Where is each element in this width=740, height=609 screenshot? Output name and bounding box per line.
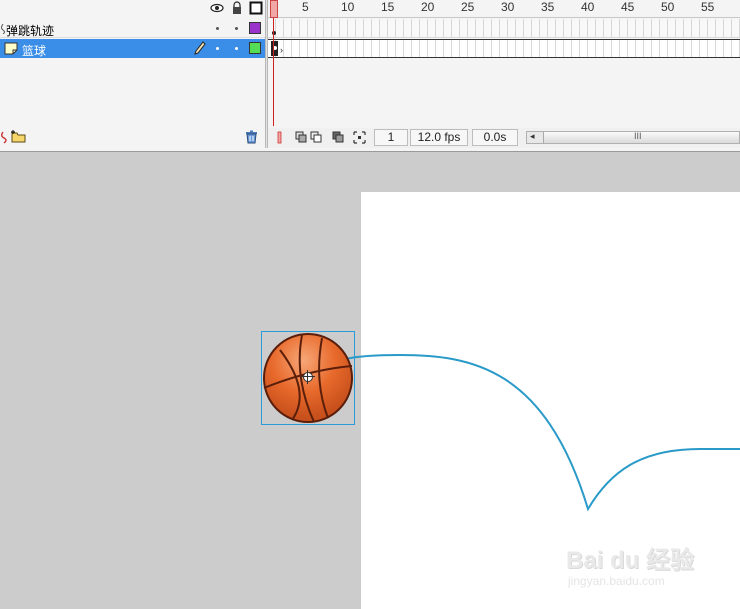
ruler-label: 15: [381, 0, 395, 14]
registration-point-icon[interactable]: [303, 372, 313, 382]
show-hide-all-icon[interactable]: [210, 1, 224, 15]
ruler-label: 45: [621, 0, 635, 14]
pencil-icon: [194, 41, 206, 55]
current-frame-field[interactable]: 1: [374, 129, 408, 146]
timeline-status-bar: 1 12.0 fps 0.0s ◂ III: [268, 128, 740, 148]
layer-row-ball[interactable]: 篮球: [0, 39, 265, 58]
baidu-jingyan-watermark: Bai du 经验 jingyan.baidu.com: [566, 528, 706, 598]
tween-arrow-icon: ›: [280, 45, 283, 55]
outline-all-icon[interactable]: [249, 1, 263, 15]
scroll-thumb-grip: III: [634, 131, 642, 141]
add-guide-layer-icon[interactable]: [0, 130, 10, 144]
layer-toolbar: [0, 128, 265, 148]
layer-color-swatch[interactable]: [249, 42, 261, 54]
elapsed-time-field: 0.0s: [472, 129, 518, 146]
layer-header: [0, 0, 265, 18]
ruler-label: 20: [421, 0, 435, 14]
ruler-label: 40: [581, 0, 595, 14]
horizontal-scrollbar[interactable]: ◂ III: [526, 131, 740, 144]
ruler-label: 25: [461, 0, 475, 14]
playhead-handle[interactable]: [270, 0, 278, 18]
watermark-url: jingyan.baidu.com: [568, 574, 665, 588]
onion-skin-icon[interactable]: [295, 131, 308, 144]
frame-ruler[interactable]: 1 5 10 15 20 25 30 35 40 45 50 55: [268, 0, 740, 18]
watermark-brand: Bai du 经验: [566, 547, 695, 574]
ruler-label: 5: [302, 0, 309, 14]
lock-dot[interactable]: [235, 47, 238, 50]
ruler-label: 50: [661, 0, 675, 14]
scrollbar-thumb[interactable]: III: [543, 131, 739, 143]
frame-area[interactable]: 1 5 10 15 20 25 30 35 40 45 50 55 ›: [268, 0, 740, 148]
layer-row-motion-guide[interactable]: 弹跳轨迹: [0, 19, 265, 38]
lock-dot[interactable]: [235, 27, 238, 30]
basketball-symbol[interactable]: [261, 331, 355, 425]
registration-crosshair: [301, 376, 315, 377]
layer-page-icon: [4, 42, 18, 55]
scroll-left-arrow-icon[interactable]: ◂: [530, 131, 535, 142]
frame-row-ball[interactable]: ›: [268, 39, 740, 58]
ruler-label: 35: [541, 0, 555, 14]
onion-skin-outline-icon[interactable]: [310, 131, 323, 144]
ruler-label: 10: [341, 0, 355, 14]
playhead-line: [273, 18, 274, 126]
layer-name: 篮球: [22, 44, 47, 58]
visibility-dot[interactable]: [216, 27, 219, 30]
delete-layer-icon[interactable]: [245, 130, 258, 144]
ruler-label: 30: [501, 0, 515, 14]
registration-crosshair: [307, 370, 308, 384]
new-folder-icon[interactable]: [10, 129, 27, 144]
center-frame-icon[interactable]: [273, 131, 286, 144]
timeline-panel: 弹跳轨迹 篮球 5 10 15 20 25 30 35 40 45 50 55 …: [0, 0, 740, 152]
visibility-dot[interactable]: [216, 47, 219, 50]
frame-rate-field[interactable]: 12.0 fps: [410, 129, 468, 146]
lock-all-icon[interactable]: [230, 1, 244, 15]
layer-name: 弹跳轨迹: [6, 24, 55, 38]
layer-color-swatch[interactable]: [249, 22, 261, 34]
edit-multiple-frames-icon[interactable]: [332, 131, 345, 144]
modify-onion-markers-icon[interactable]: [353, 131, 366, 144]
layer-list: 弹跳轨迹 篮球: [0, 0, 265, 144]
ruler-label: 55: [701, 0, 715, 14]
frame-row-motion-guide[interactable]: [268, 19, 740, 38]
